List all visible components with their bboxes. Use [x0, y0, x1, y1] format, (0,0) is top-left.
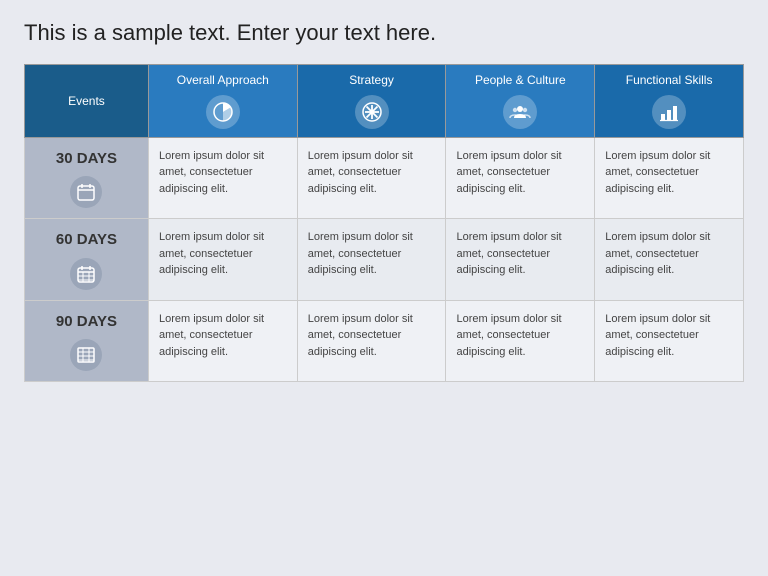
col3-header-icon [503, 95, 537, 129]
page-wrapper: This is a sample text. Enter your text h… [0, 0, 768, 576]
day-text: 30 DAYS [56, 148, 117, 171]
th-functional-skills: Functional Skills [595, 65, 744, 138]
day-label-inner: 30 DAYS [35, 148, 138, 209]
th-overall-approach: Overall Approach [148, 65, 297, 138]
col2-content: Lorem ipsum dolor sit amet, consectetuer… [297, 300, 446, 382]
bar-chart-icon [658, 101, 680, 123]
table-body: 30 DAYS Lorem ipsum dolor sit amet, cons… [25, 137, 744, 382]
day-label-inner: 60 DAYS [35, 229, 138, 290]
day-icon [70, 258, 102, 290]
table-row: 30 DAYS Lorem ipsum dolor sit amet, cons… [25, 137, 744, 219]
day-label-inner: 90 DAYS [35, 311, 138, 372]
col1-content: Lorem ipsum dolor sit amet, consectetuer… [148, 300, 297, 382]
day-label-cell: 90 DAYS [25, 300, 149, 382]
col4-content: Lorem ipsum dolor sit amet, consectetuer… [595, 300, 744, 382]
day-icon [70, 339, 102, 371]
pie-chart-icon [212, 101, 234, 123]
col3-content: Lorem ipsum dolor sit amet, consectetuer… [446, 137, 595, 219]
calendar-icon [76, 182, 96, 202]
page-title: This is a sample text. Enter your text h… [24, 20, 744, 46]
col2-content: Lorem ipsum dolor sit amet, consectetuer… [297, 219, 446, 301]
table-row: 60 DAYS Lorem ipsum dolor sit amet, cons… [25, 219, 744, 301]
col1-content: Lorem ipsum dolor sit amet, consectetuer… [148, 219, 297, 301]
asterisk-icon [361, 101, 383, 123]
col3-content: Lorem ipsum dolor sit amet, consectetuer… [446, 219, 595, 301]
day-text: 60 DAYS [56, 229, 117, 252]
table-container: Events Overall Approach S [24, 64, 744, 382]
main-table: Events Overall Approach S [24, 64, 744, 382]
col4-content: Lorem ipsum dolor sit amet, consectetuer… [595, 137, 744, 219]
day-label-cell: 60 DAYS [25, 219, 149, 301]
col2-header-icon [355, 95, 389, 129]
calendar-grid-icon [76, 264, 96, 284]
col2-content: Lorem ipsum dolor sit amet, consectetuer… [297, 137, 446, 219]
col3-content: Lorem ipsum dolor sit amet, consectetuer… [446, 300, 595, 382]
day-label-cell: 30 DAYS [25, 137, 149, 219]
col4-header-icon [652, 95, 686, 129]
day-icon [70, 176, 102, 208]
col1-content: Lorem ipsum dolor sit amet, consectetuer… [148, 137, 297, 219]
th-strategy: Strategy [297, 65, 446, 138]
th-people-culture: People & Culture [446, 65, 595, 138]
col4-content: Lorem ipsum dolor sit amet, consectetuer… [595, 219, 744, 301]
people-icon [509, 101, 531, 123]
header-row: Events Overall Approach S [25, 65, 744, 138]
table-row: 90 DAYS Lorem ipsum dolor sit amet, cons… [25, 300, 744, 382]
table-icon [76, 345, 96, 365]
col1-header-icon [206, 95, 240, 129]
th-events: Events [25, 65, 149, 138]
day-text: 90 DAYS [56, 311, 117, 334]
